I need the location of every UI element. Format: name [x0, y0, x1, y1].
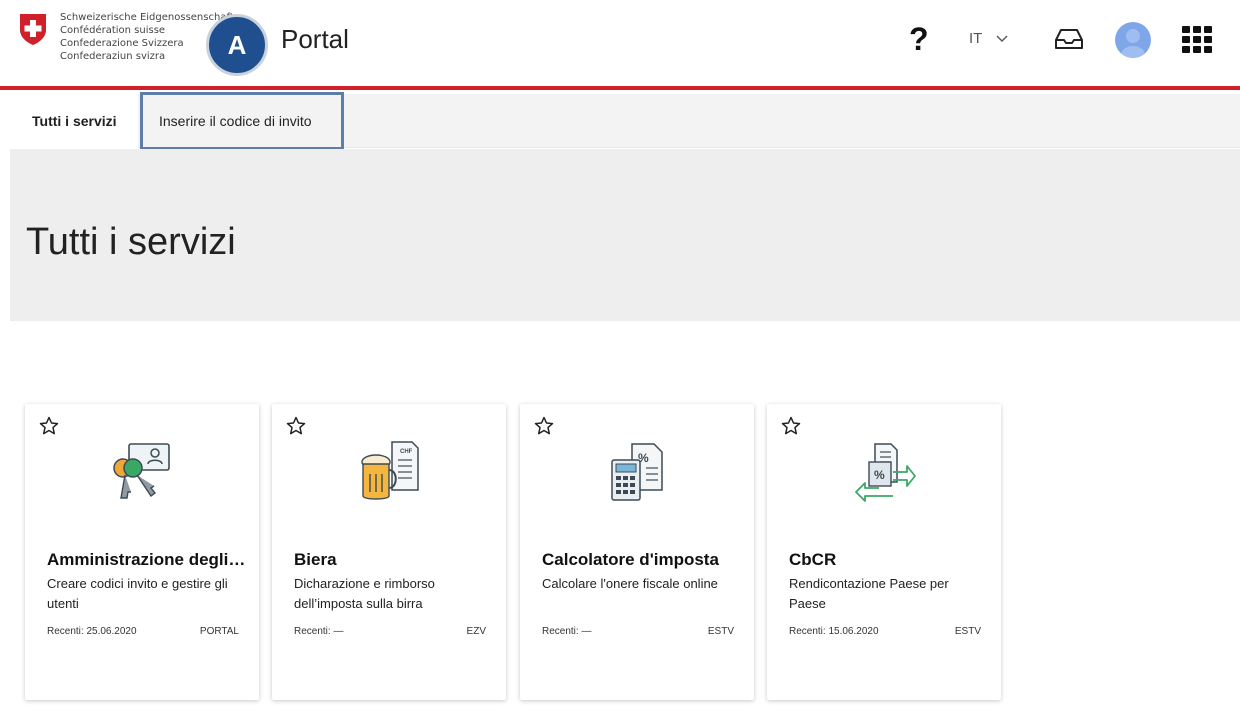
- calculator-document-icon: %: [611, 443, 663, 501]
- card-org: PORTAL: [199, 626, 239, 637]
- tab-enter-invite-code[interactable]: Inserire il codice di invito: [140, 92, 344, 150]
- portal-title[interactable]: Portal: [281, 24, 349, 55]
- card-title: Amministrazione degli…: [47, 550, 246, 569]
- apps-grid-icon[interactable]: [1181, 25, 1213, 55]
- card-recent: Recenti: —: [294, 626, 344, 637]
- top-header: Schweizerische Eidgenossenschaft Confédé…: [0, 0, 1240, 90]
- beer-mug-document-icon: CHF: [361, 441, 419, 500]
- logo-line-de: Schweizerische Eidgenossenschaft: [60, 12, 234, 23]
- language-select[interactable]: IT: [969, 30, 1008, 47]
- service-card-cbcr[interactable]: % CbCR Rendicontazione Paese per Paese R…: [767, 404, 1001, 700]
- favorite-star-icon[interactable]: [286, 416, 306, 436]
- card-recent: Recenti: 15.06.2020: [789, 626, 879, 637]
- service-card-admin[interactable]: Amministrazione degli… Creare codici inv…: [25, 404, 259, 700]
- tab-bar: Tutti i servizi Inserire il codice di in…: [16, 92, 1240, 150]
- user-silhouette-icon: [1121, 29, 1145, 58]
- svg-text:%: %: [874, 468, 885, 482]
- service-card-beer[interactable]: CHF Biera Dicharazione e rimborso dell’i…: [272, 404, 506, 700]
- document-exchange-arrows-icon: %: [855, 443, 916, 502]
- card-description: Dicharazione e rimborso dell’imposta sul…: [294, 576, 435, 611]
- card-description: Rendicontazione Paese per Paese: [789, 576, 949, 611]
- keys-id-card-icon: [113, 443, 170, 499]
- card-recent: Recenti: —: [542, 626, 592, 637]
- card-org: ESTV: [954, 626, 981, 637]
- card-title: Calcolatore d'imposta: [542, 550, 719, 569]
- card-title: Biera: [294, 550, 337, 569]
- card-recent: Recenti: 25.06.2020: [47, 626, 137, 637]
- card-description: Creare codici invito e gestire gli utent…: [47, 576, 228, 611]
- favorite-star-icon[interactable]: [781, 416, 801, 436]
- card-title: CbCR: [789, 550, 837, 569]
- page-heading-band: Tutti i servizi: [10, 149, 1240, 321]
- card-org: EZV: [466, 626, 486, 637]
- user-avatar[interactable]: [1115, 22, 1151, 58]
- favorite-star-icon[interactable]: [39, 416, 59, 436]
- page-title: Tutti i servizi: [26, 221, 236, 263]
- service-card-tax-calculator[interactable]: % Calcolatore d'imposta Calcolare l'oner…: [520, 404, 754, 700]
- tab-all-services[interactable]: Tutti i servizi: [16, 94, 138, 148]
- chevron-down-icon: [996, 35, 1008, 42]
- language-value: IT: [969, 30, 983, 47]
- swiss-shield-logo[interactable]: [18, 12, 48, 46]
- card-org: ESTV: [707, 626, 734, 637]
- favorite-star-icon[interactable]: [534, 416, 554, 436]
- annotation-badge: A: [206, 14, 268, 76]
- inbox-icon[interactable]: [1053, 27, 1085, 51]
- help-icon[interactable]: ?: [909, 22, 929, 56]
- svg-text:CHF: CHF: [400, 449, 413, 455]
- card-description: Calcolare l'onere fiscale online: [542, 576, 718, 591]
